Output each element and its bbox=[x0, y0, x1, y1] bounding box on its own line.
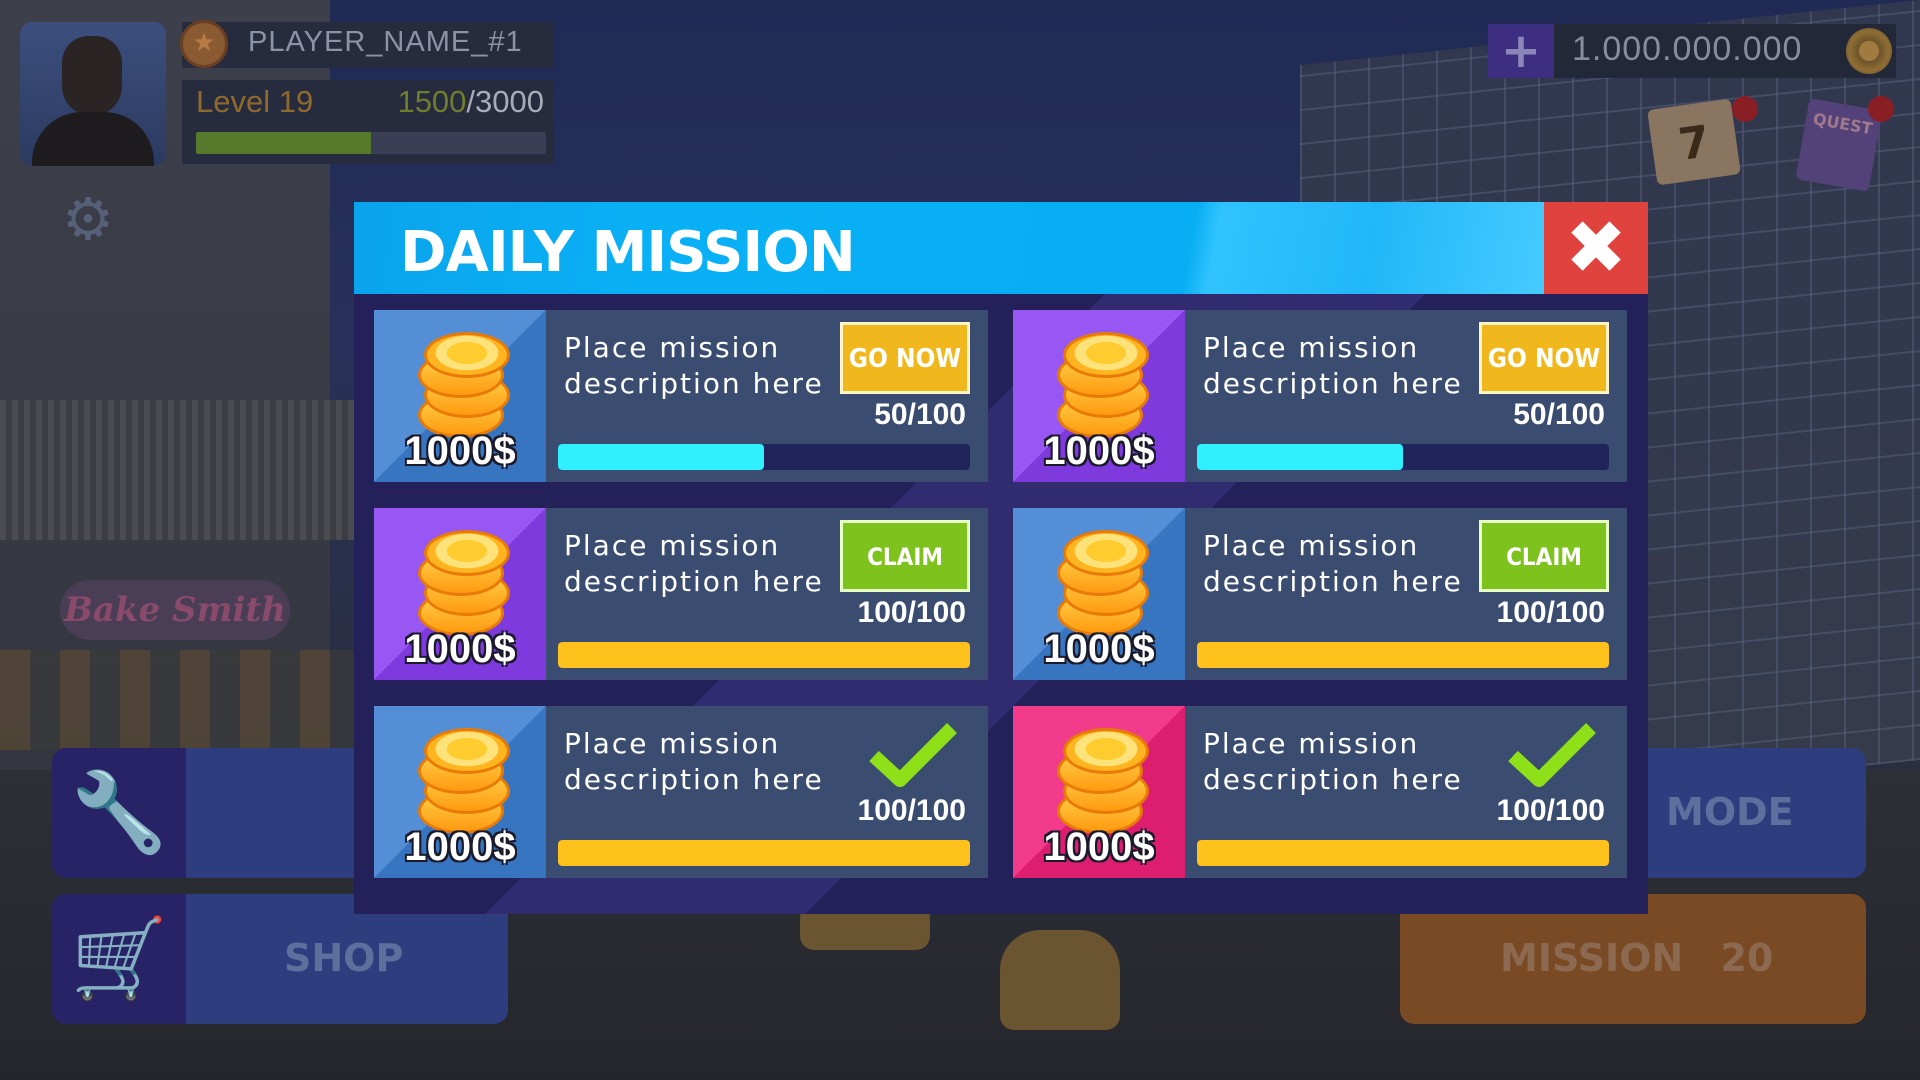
wrench-screwdriver-icon: 🔧 bbox=[52, 748, 186, 878]
coin-icon bbox=[1063, 728, 1149, 774]
close-icon: ✖ bbox=[1564, 205, 1627, 291]
reward-amount: 1000$ bbox=[404, 825, 516, 869]
reward-panel: 1000$ bbox=[374, 706, 546, 878]
mission-progress-fill bbox=[558, 840, 970, 866]
mission-progress-bar bbox=[558, 444, 970, 470]
mission-progress-fill bbox=[1197, 444, 1403, 470]
xp-progress-bar bbox=[196, 132, 546, 154]
reward-panel: 1000$ bbox=[374, 310, 546, 482]
mission-progress-bar bbox=[1197, 642, 1609, 668]
mission-progress-bar bbox=[558, 840, 970, 866]
settings-gear-icon[interactable]: ⚙ bbox=[62, 190, 114, 248]
mission-progress-bar bbox=[1197, 444, 1609, 470]
close-button[interactable]: ✖ bbox=[1544, 202, 1648, 294]
mission-label: MISSION 20 bbox=[1500, 936, 1773, 980]
mission-description: Place mission description here bbox=[1203, 331, 1463, 400]
mission-number: 20 bbox=[1720, 936, 1774, 980]
mission-progress-text: 50/100 bbox=[874, 398, 966, 431]
xp-progress-fill bbox=[196, 132, 371, 154]
reward-amount: 1000$ bbox=[1043, 825, 1155, 869]
coin-stack-icon bbox=[418, 320, 510, 440]
mission-card: 1000$ Place mission description here GO … bbox=[374, 310, 988, 482]
reward-amount: 1000$ bbox=[1043, 429, 1155, 473]
avatar-body bbox=[32, 112, 154, 166]
mission-progress-fill bbox=[1197, 642, 1609, 668]
mission-progress-text: 100/100 bbox=[857, 794, 966, 827]
rank-star-icon: ★ bbox=[180, 20, 228, 68]
mission-card: 1000$ Place mission description here CLA… bbox=[374, 508, 988, 680]
mission-card: 1000$ Place mission description here GO … bbox=[1013, 310, 1627, 482]
mission-label-text: MISSION bbox=[1500, 936, 1684, 980]
coin-icon bbox=[424, 530, 510, 576]
xp-readout: 1500/3000 bbox=[397, 84, 544, 120]
mission-progress-text: 100/100 bbox=[1496, 596, 1605, 629]
reward-panel: 1000$ bbox=[1013, 310, 1185, 482]
coin-icon bbox=[424, 332, 510, 378]
claim-button[interactable]: CLAIM bbox=[1479, 520, 1609, 592]
shop-label: SHOP bbox=[284, 936, 404, 980]
character-boot-right bbox=[1000, 930, 1120, 1030]
mission-card: 1000$ Place mission description here 100… bbox=[1013, 706, 1627, 878]
mission-card: 1000$ Place mission description here 100… bbox=[374, 706, 988, 878]
casino-chip-icon bbox=[1846, 28, 1892, 74]
mission-description: Place mission description here bbox=[564, 529, 824, 598]
mission-card: 1000$ Place mission description here CLA… bbox=[1013, 508, 1627, 680]
mission-progress-bar bbox=[558, 642, 970, 668]
player-name: PLAYER_NAME_#1 bbox=[248, 26, 523, 58]
mission-description: Place mission description here bbox=[564, 727, 824, 796]
mission-description: Place mission description here bbox=[1203, 727, 1463, 796]
daily-calendar-icon[interactable]: 7 bbox=[1647, 98, 1741, 186]
level-label: Level 19 bbox=[196, 84, 314, 119]
coin-stack-icon bbox=[418, 716, 510, 836]
currency-amount: 1.000.000.000 bbox=[1572, 30, 1803, 68]
mission-progress-text: 100/100 bbox=[1496, 794, 1605, 827]
coin-stack-icon bbox=[418, 518, 510, 638]
daily-mission-dialog: DAILY MISSION ✖ 1000$ Place mission desc… bbox=[354, 202, 1648, 914]
coin-icon bbox=[1063, 530, 1149, 576]
coin-icon bbox=[1063, 332, 1149, 378]
checkmark-icon bbox=[1508, 723, 1596, 787]
coin-stack-icon bbox=[1057, 320, 1149, 440]
shopping-cart-icon: 🛒 bbox=[52, 894, 186, 1024]
reward-amount: 1000$ bbox=[1043, 627, 1155, 671]
quest-notification-dot bbox=[1868, 96, 1894, 122]
go-now-button[interactable]: GO NOW bbox=[1479, 322, 1609, 394]
dialog-title: DAILY MISSION bbox=[400, 220, 856, 285]
xp-current: 1500 bbox=[397, 84, 467, 119]
player-avatar[interactable] bbox=[20, 22, 166, 166]
mission-progress-text: 100/100 bbox=[857, 596, 966, 629]
mission-progress-fill bbox=[558, 642, 970, 668]
dialog-header: DAILY MISSION bbox=[354, 202, 1544, 294]
avatar-head bbox=[62, 36, 122, 116]
reward-amount: 1000$ bbox=[404, 627, 516, 671]
claim-button[interactable]: CLAIM bbox=[840, 520, 970, 592]
reward-amount: 1000$ bbox=[404, 429, 516, 473]
store-front bbox=[0, 650, 360, 750]
calendar-notification-dot bbox=[1732, 96, 1758, 122]
reward-panel: 1000$ bbox=[1013, 706, 1185, 878]
reward-panel: 1000$ bbox=[1013, 508, 1185, 680]
go-now-button[interactable]: GO NOW bbox=[840, 322, 970, 394]
checkmark-icon bbox=[869, 723, 957, 787]
coin-stack-icon bbox=[1057, 518, 1149, 638]
mission-description: Place mission description here bbox=[564, 331, 824, 400]
reward-panel: 1000$ bbox=[374, 508, 546, 680]
mission-progress-fill bbox=[1197, 840, 1609, 866]
add-currency-button[interactable]: + bbox=[1488, 24, 1554, 78]
coin-icon bbox=[424, 728, 510, 774]
store-awning bbox=[0, 400, 360, 540]
mode-label: MODE bbox=[1666, 790, 1794, 834]
coin-stack-icon bbox=[1057, 716, 1149, 836]
store-sign: Bake Smith bbox=[60, 580, 290, 640]
mission-progress-fill bbox=[558, 444, 764, 470]
mission-progress-bar bbox=[1197, 840, 1609, 866]
xp-max: /3000 bbox=[466, 84, 544, 119]
mission-description: Place mission description here bbox=[1203, 529, 1463, 598]
mission-progress-text: 50/100 bbox=[1513, 398, 1605, 431]
